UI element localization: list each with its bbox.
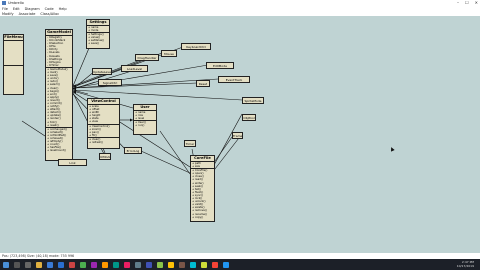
app-icon-3[interactable] [101,261,108,268]
menu-file[interactable]: File [2,7,8,11]
tool-modify[interactable]: Modify [2,12,14,16]
class-attributes: + scale + offset + width + height + stat… [88,105,119,125]
class-view-control[interactable]: ViewControl + scale + offset + width + h… [87,98,120,149]
box-edit-mode[interactable]: EditMode [206,62,234,69]
app-icon-2[interactable] [90,261,97,268]
box-signal-ctrl[interactable]: SignalCtrl [98,79,122,86]
class-game-model[interactable]: GameModel - mRegistry - mUndoStack - mSe… [45,29,73,161]
class-operations: + GameModel() + load() + save() + undo()… [46,68,72,128]
box-timer[interactable]: Timer [184,140,196,147]
menu-edit[interactable]: Edit [13,7,20,11]
start-icon[interactable] [2,261,9,268]
app-icon-14[interactable] [222,261,229,268]
class-operations-2: + onChanged() + onSelect() + onModified(… [46,128,72,153]
attribute: + view [89,120,98,124]
minimize-button[interactable]: – [457,0,459,5]
app-icon-13[interactable] [211,261,218,268]
app-icon-7[interactable] [145,261,152,268]
box-load-level[interactable]: LoadLevel [121,65,148,72]
class-attributes: + name + role + level [134,111,156,122]
taskbar: 2:47 PM 10/17/2019 [0,259,480,270]
box-obj-pool[interactable]: ObjPool [242,114,256,121]
status-text: Pos: (723,498) Size: (40,18) mode: 755 9… [2,254,75,258]
class-user[interactable]: User + name + role + level + User() + ru… [133,104,157,135]
class-operations [4,66,23,94]
box-event-track[interactable]: EventTrack [218,76,250,83]
class-attributes: - mRegistry - mUndoStack - mSelection - … [46,36,72,68]
class-operations: + Settings() + value() + setValue() + sa… [87,33,109,45]
box-update-level[interactable]: UpdateLevel [92,68,112,75]
attribute: + size [192,165,201,169]
store-icon[interactable] [57,261,64,268]
app-icon-6[interactable] [134,261,141,268]
operation: + save() [88,42,100,46]
attribute: - mTimer [47,63,59,67]
window-title: Umbrello [8,1,24,5]
operation: + levelCount() [47,149,66,153]
class-file-menu[interactable]: FileMenu [3,34,24,95]
browser-icon[interactable] [46,261,53,268]
box-ui-mode[interactable]: UIMode [99,153,111,160]
tool-class[interactable]: Class/Alloc [40,12,59,16]
app-icon-9[interactable] [167,261,174,268]
folder-icon[interactable] [35,261,42,268]
class-attributes [4,41,23,66]
class-settings[interactable]: Settings + name + mode + Settings() + va… [86,19,110,49]
attribute: + mode [88,29,99,33]
class-operations: + CoreFile() + open() + close() + read()… [191,169,214,219]
menu-code[interactable]: Code [45,7,54,11]
mail-icon[interactable] [68,261,75,268]
system-tray[interactable]: 2:47 PM 10/17/2019 [457,260,474,268]
app-icon-10[interactable] [178,261,185,268]
box-link[interactable]: Link [58,159,87,166]
app-icon [2,1,6,5]
app-icon-12[interactable] [200,261,207,268]
menu-help[interactable]: Help [59,7,67,11]
clock-date: 10/17/2019 [456,264,474,268]
diagram-canvas[interactable]: GameModel - mRegistry - mUndoStack - mSe… [0,16,480,253]
app-icon-8[interactable] [156,261,163,268]
search-icon[interactable] [13,261,20,268]
box-mouse[interactable]: Mouse [161,50,177,57]
box-keyboard-ctrl[interactable]: KeyboardCtrl [181,43,211,50]
class-operations: + User() + run() [134,121,156,127]
class-core-file[interactable]: CoreFile + path + size + CoreFile() + op… [190,155,215,222]
app-icon-4[interactable] [112,261,119,268]
tool-associate[interactable]: Associate [19,12,36,16]
attribute: + level [135,117,145,121]
class-operations-2: + clear() + refresh() [88,138,119,144]
box-reset[interactable]: Reset [196,80,210,87]
app-icon-11[interactable] [189,261,196,268]
class-operations: + ViewControl() + zoom() + pan() + fit() [88,125,119,138]
maximize-button[interactable]: ☐ [465,0,469,5]
box-drag-handler[interactable]: DragHandler [135,54,159,61]
close-button[interactable]: ✕ [475,0,478,5]
task-view-icon[interactable] [24,261,31,268]
app-icon-1[interactable] [79,261,86,268]
operation: + fit() [89,133,97,137]
box-error-log[interactable]: ErrorLog [124,147,142,154]
box-sprite-mode[interactable]: SpriteMode [242,97,264,104]
operation: + refresh() [89,141,104,145]
app-icon-5[interactable] [123,261,130,268]
class-attributes: + path + size [191,162,214,170]
class-attributes: + name + mode [87,26,109,34]
menu-diagram[interactable]: Diagram [25,7,40,11]
operation: + reset() [47,123,59,127]
operation: + run() [135,124,145,128]
box-frame-ctrl[interactable]: FrameCtrl [232,132,243,139]
operation: + copy() [192,215,204,219]
